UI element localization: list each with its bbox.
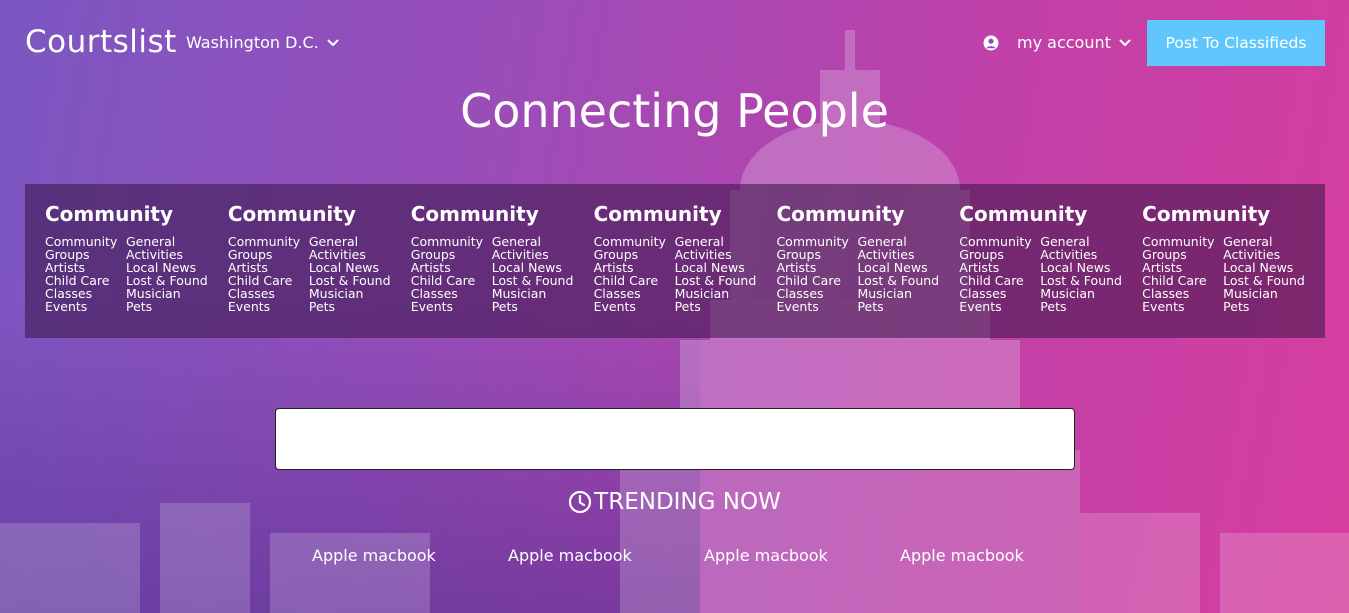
user-circle-icon — [983, 35, 999, 50]
category-column: Community Community Groups Artists Child… — [45, 202, 228, 338]
trending-heading: TRENDING NOW — [0, 489, 1349, 515]
category-list-left: Community Groups Artists Child Care Clas… — [1142, 235, 1223, 314]
category-link[interactable]: Events — [776, 300, 857, 314]
category-heading[interactable]: Community — [228, 202, 411, 226]
category-link[interactable]: Events — [45, 300, 126, 314]
category-heading[interactable]: Community — [594, 202, 777, 226]
category-link[interactable]: Pets — [126, 300, 208, 314]
brand-logo[interactable]: Courtslist — [25, 24, 177, 60]
category-list-right: General Activities Local News Lost & Fou… — [492, 235, 574, 314]
category-column: Community Community Groups Artists Child… — [776, 202, 959, 338]
category-column: Community Community Groups Artists Child… — [959, 202, 1142, 338]
category-link[interactable]: Events — [1142, 300, 1223, 314]
post-to-classifieds-button[interactable]: Post To Classifieds — [1147, 20, 1325, 66]
clock-icon — [569, 490, 592, 514]
category-link[interactable]: Pets — [1223, 300, 1305, 314]
category-list-right: General Activities Local News Lost & Fou… — [309, 235, 391, 314]
category-list-right: General Activities Local News Lost & Fou… — [675, 235, 757, 314]
city-selector[interactable]: Washington D.C. — [186, 33, 339, 52]
category-link[interactable]: Pets — [1040, 300, 1122, 314]
trending-link[interactable]: Apple macbook — [900, 546, 1096, 565]
account-menu[interactable]: my account — [983, 33, 1131, 52]
account-label: my account — [1017, 33, 1111, 52]
category-list-right: General Activities Local News Lost & Fou… — [1040, 235, 1122, 314]
category-heading[interactable]: Community — [411, 202, 594, 226]
category-heading[interactable]: Community — [1142, 202, 1325, 226]
category-column: Community Community Groups Artists Child… — [411, 202, 594, 338]
category-link[interactable]: Pets — [492, 300, 574, 314]
chevron-down-icon — [1119, 39, 1131, 46]
category-link[interactable]: Pets — [309, 300, 391, 314]
category-link[interactable]: Pets — [857, 300, 939, 314]
chevron-down-icon — [327, 39, 339, 46]
category-link[interactable]: Events — [228, 300, 309, 314]
category-link[interactable]: Events — [594, 300, 675, 314]
category-heading[interactable]: Community — [776, 202, 959, 226]
category-list-left: Community Groups Artists Child Care Clas… — [228, 235, 309, 314]
category-list-left: Community Groups Artists Child Care Clas… — [411, 235, 492, 314]
trending-list: Apple macbook Apple macbook Apple macboo… — [312, 546, 1096, 565]
trending-link[interactable]: Apple macbook — [508, 546, 704, 565]
trending-link[interactable]: Apple macbook — [312, 546, 508, 565]
trending-link[interactable]: Apple macbook — [704, 546, 900, 565]
category-list-left: Community Groups Artists Child Care Clas… — [959, 235, 1040, 314]
category-heading[interactable]: Community — [959, 202, 1142, 226]
category-column: Community Community Groups Artists Child… — [594, 202, 777, 338]
city-skyline — [0, 503, 1349, 613]
trending-label: TRENDING NOW — [594, 489, 781, 515]
hero-title: Connecting People — [460, 84, 889, 138]
category-list-left: Community Groups Artists Child Care Clas… — [594, 235, 675, 314]
category-column: Community Community Groups Artists Child… — [228, 202, 411, 338]
city-label: Washington D.C. — [186, 33, 319, 52]
category-list-left: Community Groups Artists Child Care Clas… — [45, 235, 126, 314]
category-link[interactable]: Events — [959, 300, 1040, 314]
categories-panel: Community Community Groups Artists Child… — [25, 184, 1325, 338]
category-link[interactable]: Pets — [675, 300, 757, 314]
category-list-left: Community Groups Artists Child Care Clas… — [776, 235, 857, 314]
category-link[interactable]: Events — [411, 300, 492, 314]
category-heading[interactable]: Community — [45, 202, 228, 226]
search-input[interactable] — [275, 408, 1075, 470]
category-list-right: General Activities Local News Lost & Fou… — [857, 235, 939, 314]
category-list-right: General Activities Local News Lost & Fou… — [1223, 235, 1305, 314]
category-column: Community Community Groups Artists Child… — [1142, 202, 1325, 338]
category-list-right: General Activities Local News Lost & Fou… — [126, 235, 208, 314]
